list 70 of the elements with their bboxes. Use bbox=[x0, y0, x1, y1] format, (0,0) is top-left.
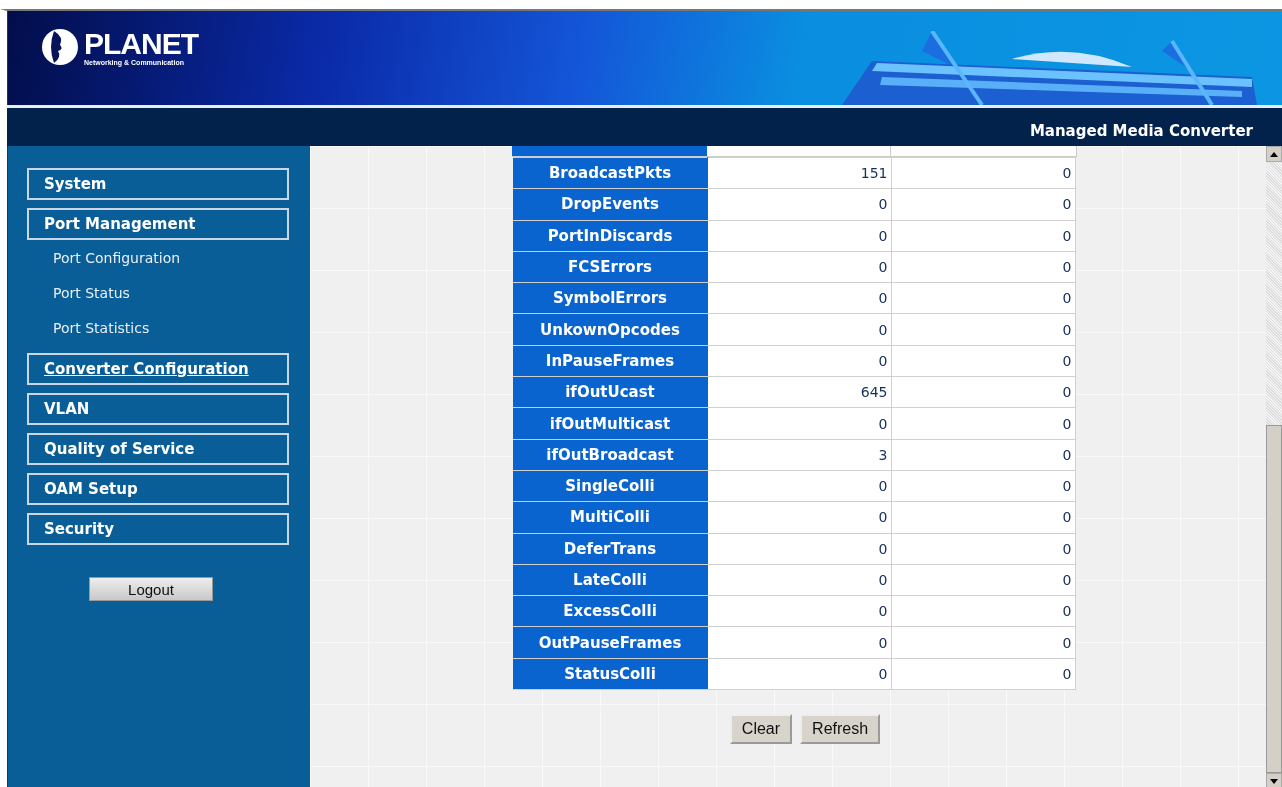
table-cell: 3 bbox=[707, 439, 891, 471]
statistic-name: FCSErrors bbox=[513, 251, 707, 283]
statistic-name: ExcessColli bbox=[513, 595, 707, 627]
statistic-name: PortInDiscards bbox=[513, 220, 707, 252]
table-cell: 0 bbox=[891, 251, 1075, 283]
table-cell: 0 bbox=[891, 157, 1075, 189]
statistic-name: BroadcastPkts bbox=[513, 157, 707, 189]
table-cell: 0 bbox=[707, 533, 891, 565]
logout-button[interactable]: Logout bbox=[89, 577, 213, 601]
table-cell: 0 bbox=[891, 658, 1075, 690]
table-cell: 0 bbox=[891, 564, 1075, 596]
statistic-name: DropEvents bbox=[513, 188, 707, 221]
logo-wordmark: PLANET bbox=[84, 28, 198, 59]
table-cell: 0 bbox=[891, 626, 1075, 659]
table-cell: 0 bbox=[707, 314, 891, 346]
menu-link[interactable]: Port Status bbox=[27, 275, 310, 310]
table-cell: 0 bbox=[891, 376, 1075, 408]
table-cell: 0 bbox=[891, 188, 1075, 221]
table-cell: 0 bbox=[707, 564, 891, 596]
table-cell: 0 bbox=[707, 501, 891, 534]
table-cell: 0 bbox=[891, 470, 1075, 502]
table-cell: 0 bbox=[891, 220, 1075, 252]
table-cell: 0 bbox=[891, 314, 1075, 346]
statistic-name: InPauseFrames bbox=[513, 345, 707, 377]
statistic-name: OutPauseFrames bbox=[513, 626, 707, 659]
scroll-up-icon[interactable] bbox=[1270, 151, 1278, 157]
statistic-name: UnkownOpcodes bbox=[513, 314, 707, 346]
statistic-name: ifOutUcast bbox=[513, 376, 707, 408]
menu-link[interactable]: Port Configuration bbox=[27, 240, 310, 275]
table-cell: 0 bbox=[707, 626, 891, 659]
table-cell: 0 bbox=[707, 220, 891, 252]
clear-button[interactable]: Clear bbox=[729, 714, 793, 745]
statistic-name: ifOutBroadcast bbox=[513, 439, 707, 471]
statistic-name: SingleColli bbox=[513, 470, 707, 502]
logo-icon bbox=[40, 27, 80, 67]
statistic-name: ifOutMulticast bbox=[513, 407, 707, 440]
table-cell: 151 bbox=[707, 157, 891, 189]
menu-section[interactable]: Converter Configuration bbox=[27, 353, 289, 385]
statistic-name: LateColli bbox=[513, 564, 707, 596]
table-cell: 0 bbox=[891, 282, 1075, 314]
product-title: Managed Media Converter bbox=[1029, 122, 1253, 142]
statistic-name: MultiColli bbox=[513, 501, 707, 534]
menu-section[interactable]: OAM Setup bbox=[27, 473, 289, 505]
table-cell: 0 bbox=[891, 345, 1075, 377]
table-cell: 0 bbox=[707, 470, 891, 502]
menu-link[interactable]: Port Statistics bbox=[27, 310, 310, 345]
table-cell: 0 bbox=[707, 407, 891, 440]
table-cell: 0 bbox=[707, 188, 891, 221]
scrollbar[interactable] bbox=[1266, 146, 1282, 787]
scroll-down-icon[interactable] bbox=[1270, 778, 1278, 784]
statistic-name: StatusColli bbox=[513, 658, 707, 690]
menu-section[interactable]: Security bbox=[27, 513, 289, 545]
menu-section[interactable]: Port Management bbox=[27, 208, 289, 240]
table-cell: 0 bbox=[707, 345, 891, 377]
table-cell: 0 bbox=[891, 595, 1075, 627]
table-cell: 645 bbox=[707, 376, 891, 408]
statistic-name: DeferTrans bbox=[513, 533, 707, 565]
table-cell: 0 bbox=[891, 407, 1075, 440]
menu-section[interactable]: Quality of Service bbox=[27, 433, 289, 465]
table-cell: 0 bbox=[891, 501, 1075, 534]
menu-section[interactable]: VLAN bbox=[27, 393, 289, 425]
table-cell: 0 bbox=[891, 439, 1075, 471]
statistic-name: SymbolErrors bbox=[513, 282, 707, 314]
table-cell: 0 bbox=[707, 658, 891, 690]
refresh-button[interactable]: Refresh bbox=[800, 714, 881, 745]
table-cell: 0 bbox=[707, 282, 891, 314]
table-cell: 0 bbox=[707, 595, 891, 627]
table-cell: 0 bbox=[891, 533, 1075, 565]
table-cell: 0 bbox=[707, 251, 891, 283]
menu-section[interactable]: System bbox=[27, 168, 289, 200]
